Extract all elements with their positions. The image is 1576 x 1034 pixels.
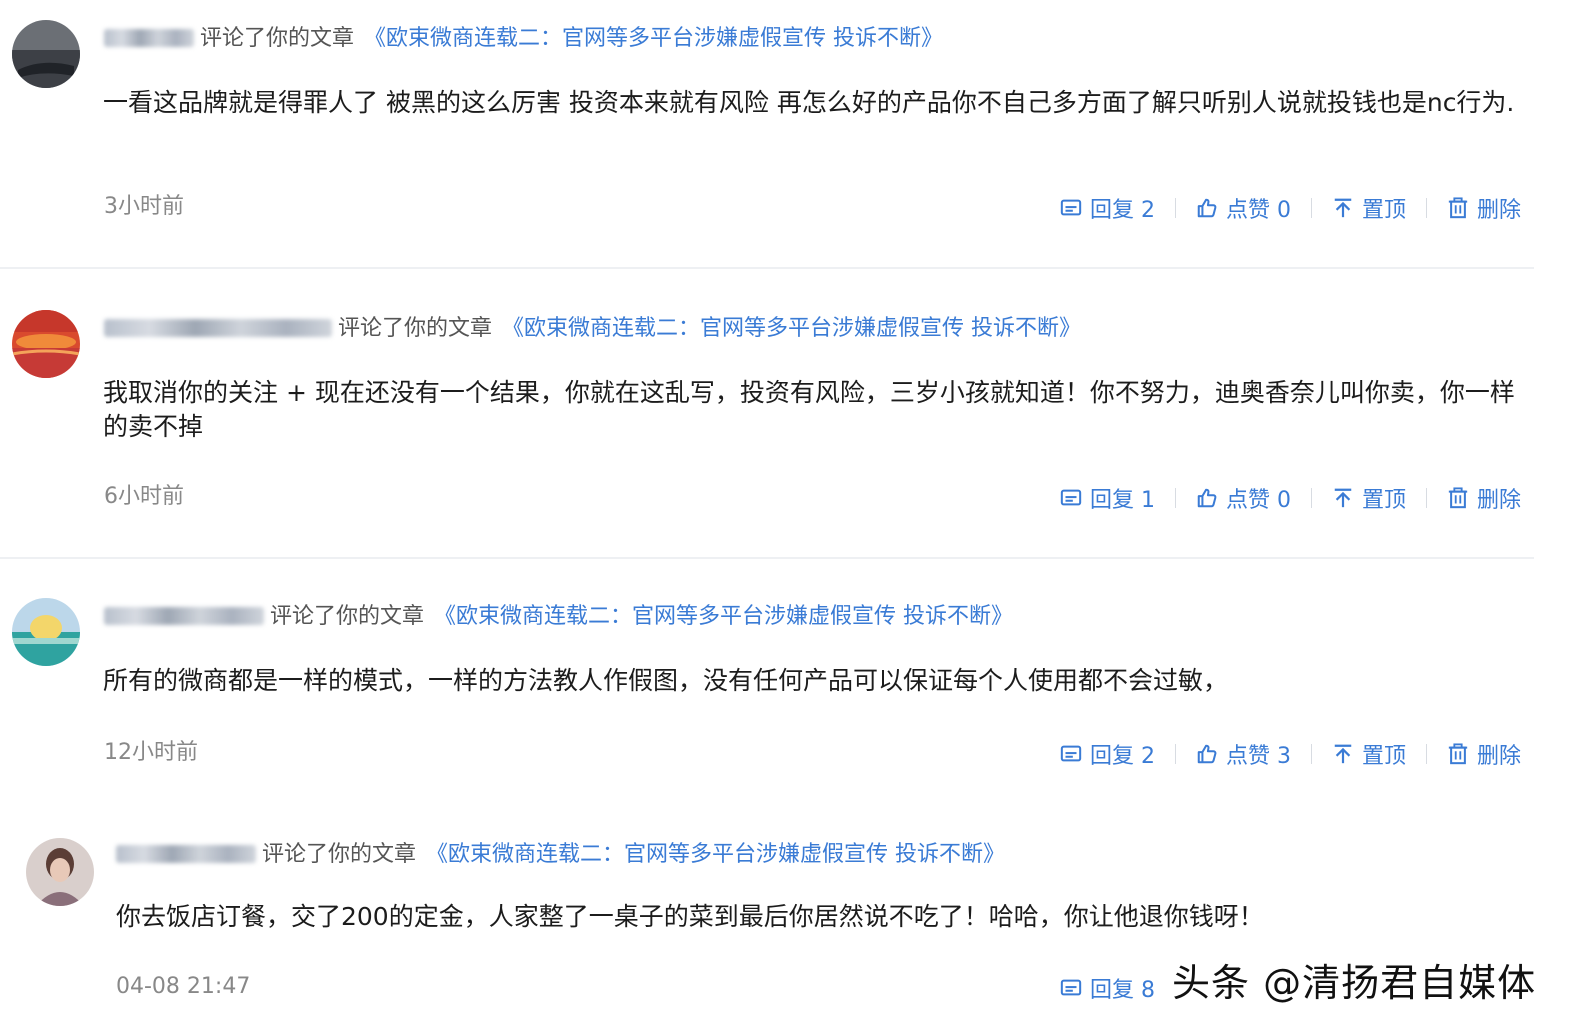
thumbs-up-icon <box>1197 198 1217 218</box>
comment-actions: 回复 2 点赞 3 置顶 删除 <box>1060 739 1521 769</box>
username-blurred[interactable] <box>104 607 264 625</box>
reply-label: 回复 2 <box>1090 198 1155 223</box>
comment-header: 评论了你的文章 《欧束微商连载二：官网等多平台涉嫌虚假宣传 投诉不断》 <box>116 840 1005 870</box>
thumbs-up-icon <box>1197 488 1217 508</box>
delete-button[interactable]: 删除 <box>1447 192 1521 224</box>
comment-time: 12小时前 <box>104 740 198 765</box>
comment-verb: 评论了你的文章 <box>338 316 493 341</box>
delete-button[interactable]: 删除 <box>1447 482 1521 514</box>
delete-label: 删除 <box>1477 744 1522 769</box>
reply-button[interactable]: 回复 8 <box>1060 972 1155 1004</box>
comment-box-icon <box>1060 979 1082 996</box>
username-blurred[interactable] <box>116 845 256 863</box>
action-separator <box>1175 198 1176 218</box>
comment-box-icon <box>1060 745 1082 762</box>
reply-label: 回复 8 <box>1090 978 1155 1003</box>
reply-label: 回复 1 <box>1090 488 1155 513</box>
comment-item: 评论了你的文章 《欧束微商连载二：官网等多平台涉嫌虚假宣传 投诉不断》 一看这品牌… <box>0 0 1540 268</box>
pin-label: 置顶 <box>1362 488 1407 513</box>
comment-box-icon <box>1060 489 1082 506</box>
avatar[interactable] <box>12 598 80 666</box>
comment-actions: 回复 1 点赞 0 置顶 删除 <box>1060 483 1521 513</box>
action-separator <box>1175 488 1176 508</box>
pin-button[interactable]: 置顶 <box>1332 482 1406 514</box>
reply-button[interactable]: 回复 2 <box>1060 738 1155 770</box>
comment-item: 评论了你的文章 《欧束微商连载二：官网等多平台涉嫌虚假宣传 投诉不断》 我取消你的… <box>0 290 1540 558</box>
like-button[interactable]: 点赞 0 <box>1196 482 1291 514</box>
like-button[interactable]: 点赞 3 <box>1196 738 1291 770</box>
avatar-image <box>12 310 80 378</box>
comment-item: 评论了你的文章 《欧束微商连载二：官网等多平台涉嫌虚假宣传 投诉不断》 所有的微商… <box>0 580 1540 800</box>
like-label: 点赞 0 <box>1226 198 1291 223</box>
pin-label: 置顶 <box>1362 198 1407 223</box>
delete-label: 删除 <box>1477 488 1522 513</box>
avatar[interactable] <box>26 838 94 906</box>
username-blurred[interactable] <box>104 29 194 47</box>
action-separator <box>1175 744 1176 764</box>
action-separator <box>1311 198 1312 218</box>
pin-button[interactable]: 置顶 <box>1332 738 1406 770</box>
article-link[interactable]: 《欧束微商连载二：官网等多平台涉嫌虚假宣传 投诉不断》 <box>502 316 1081 341</box>
article-link[interactable]: 《欧束微商连载二：官网等多平台涉嫌虚假宣传 投诉不断》 <box>364 26 943 51</box>
reply-button[interactable]: 回复 1 <box>1060 482 1155 514</box>
comment-header: 评论了你的文章 《欧束微商连载二：官网等多平台涉嫌虚假宣传 投诉不断》 <box>104 314 1081 344</box>
pin-label: 置顶 <box>1362 744 1407 769</box>
pin-top-icon <box>1334 744 1352 764</box>
comment-actions: 回复 8 <box>1060 973 1155 1003</box>
comment-divider <box>0 267 1534 269</box>
reply-button[interactable]: 回复 2 <box>1060 192 1155 224</box>
action-separator <box>1311 488 1312 508</box>
comment-header: 评论了你的文章 《欧束微商连载二：官网等多平台涉嫌虚假宣传 投诉不断》 <box>104 602 1013 632</box>
comment-actions: 回复 2 点赞 0 置顶 删除 <box>1060 193 1521 223</box>
article-link[interactable]: 《欧束微商连载二：官网等多平台涉嫌虚假宣传 投诉不断》 <box>426 842 1005 867</box>
comment-text: 所有的微商都是一样的模式，一样的方法教人作假图，没有任何产品可以保证每个人使用都… <box>103 666 1229 695</box>
action-separator <box>1311 744 1312 764</box>
comment-time: 3小时前 <box>104 194 184 219</box>
comment-divider <box>0 557 1534 559</box>
comment-box-icon <box>1060 199 1082 216</box>
action-separator <box>1426 488 1428 508</box>
like-label: 点赞 0 <box>1226 488 1291 513</box>
avatar[interactable] <box>12 310 80 378</box>
pin-button[interactable]: 置顶 <box>1332 192 1406 224</box>
pin-top-icon <box>1334 198 1352 218</box>
like-label: 点赞 3 <box>1226 744 1291 769</box>
comment-time: 04-08 21:47 <box>116 974 251 999</box>
avatar-image <box>12 598 80 666</box>
avatar-image <box>12 20 80 88</box>
username-blurred[interactable] <box>104 319 332 337</box>
comment-text: 一看这品牌就是得罪人了 被黑的这么厉害 投资本来就有风险 再怎么好的产品你不自己… <box>103 88 1515 117</box>
comment-text: 我取消你的关注 + 现在还没有一个结果，你就在这乱写，投资有风险，三岁小孩就知道… <box>103 378 1515 441</box>
article-link[interactable]: 《欧束微商连载二：官网等多平台涉嫌虚假宣传 投诉不断》 <box>434 604 1013 629</box>
watermark-text: 头条 @清扬君自媒体 <box>1172 961 1537 1005</box>
trash-icon <box>1448 487 1468 509</box>
avatar-image <box>26 838 94 906</box>
trash-icon <box>1448 743 1468 765</box>
comment-header: 评论了你的文章 《欧束微商连载二：官网等多平台涉嫌虚假宣传 投诉不断》 <box>104 24 943 54</box>
comment-verb: 评论了你的文章 <box>270 604 425 629</box>
comment-verb: 评论了你的文章 <box>262 842 417 867</box>
comment-verb: 评论了你的文章 <box>200 26 355 51</box>
comment-text: 你去饭店订餐，交了200的定金，人家整了一桌子的菜到最后你居然说不吃了！哈哈，你… <box>116 902 1264 931</box>
action-separator <box>1426 744 1428 764</box>
avatar[interactable] <box>12 20 80 88</box>
action-separator <box>1426 198 1428 218</box>
delete-button[interactable]: 删除 <box>1447 738 1521 770</box>
reply-label: 回复 2 <box>1090 744 1155 769</box>
thumbs-up-icon <box>1197 744 1217 764</box>
delete-label: 删除 <box>1477 198 1522 223</box>
comment-time: 6小时前 <box>104 484 184 509</box>
like-button[interactable]: 点赞 0 <box>1196 192 1291 224</box>
trash-icon <box>1448 197 1468 219</box>
pin-top-icon <box>1334 488 1352 508</box>
